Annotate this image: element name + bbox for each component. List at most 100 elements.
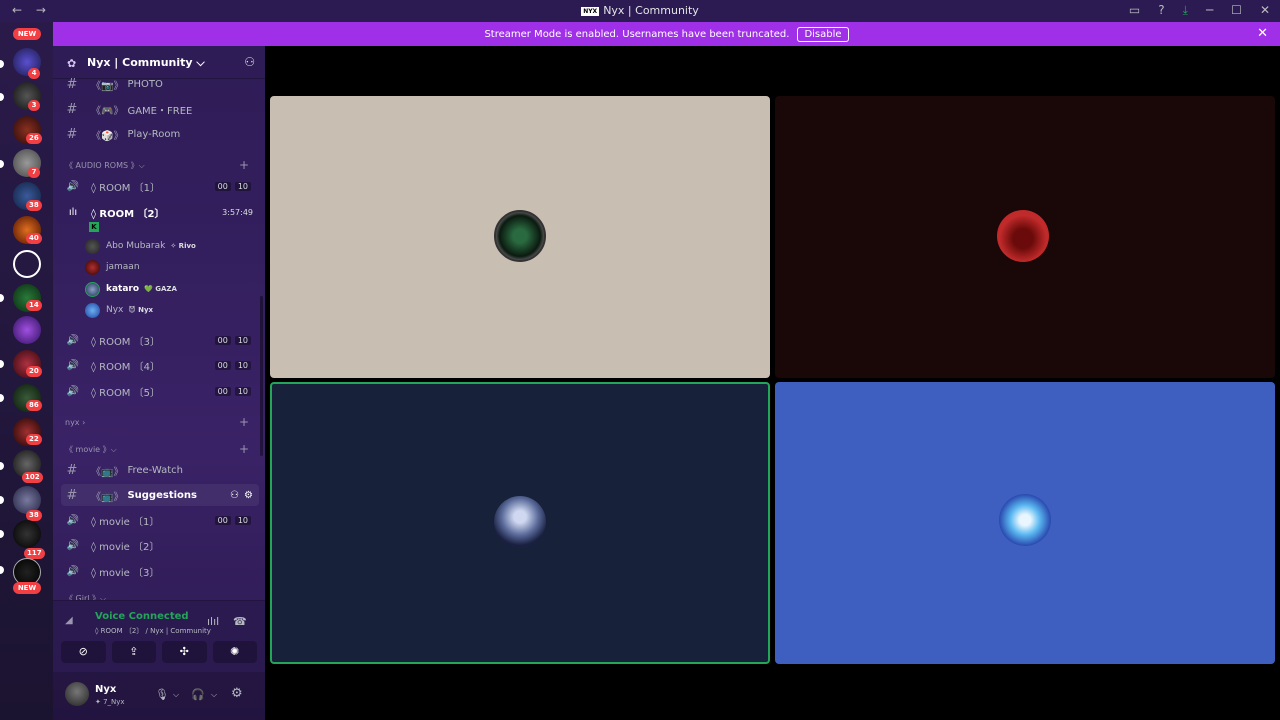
participant-tile[interactable]	[775, 96, 1275, 378]
channel-free-watch[interactable]: # 《📺》 Free-Watch	[61, 459, 259, 481]
unread-pip	[0, 160, 4, 168]
signal-icon[interactable]: ◢	[65, 615, 73, 626]
new-badge: NEW	[13, 582, 41, 594]
streamer-mode-banner: Streamer Mode is enabled. Usernames have…	[53, 22, 1280, 46]
banner-text: Streamer Mode is enabled. Usernames have…	[484, 28, 790, 40]
maximize-icon[interactable]: ☐	[1231, 3, 1242, 18]
voice-channel-link[interactable]: ◊ ROOM 〔2〕 / Nyx | Community	[95, 626, 211, 636]
close-icon[interactable]: ✕	[1260, 3, 1270, 18]
voice-member[interactable]: jamaan	[85, 258, 145, 276]
voice-channel-room-5[interactable]: 🔊 ◊ ROOM 〔5〕 00 10	[61, 380, 259, 402]
hash-icon: #	[66, 101, 78, 117]
mention-badge: 86	[26, 400, 42, 411]
chevron-down-icon: ⌵	[196, 56, 205, 69]
channel-photo[interactable]: # 《📷》 PHOTO	[61, 73, 259, 95]
avatar	[85, 259, 100, 275]
avatar	[85, 302, 100, 318]
server-icon[interactable]	[13, 250, 41, 278]
window-controls: ▭ ? ⤓ ─ ☐ ✕	[1129, 3, 1270, 18]
voice-channel-movie-3[interactable]: 🔊 ◊ movie 〔3〕	[61, 560, 259, 582]
disconnect-icon[interactable]: ☎	[233, 615, 247, 628]
guild-icon: ✿	[67, 57, 77, 70]
server-icon[interactable]	[13, 520, 41, 548]
voice-connection-panel: ◢ Voice Connected ◊ ROOM 〔2〕 / Nyx | Com…	[53, 600, 265, 672]
gear-icon[interactable]: ⚙	[244, 490, 253, 501]
mention-badge: 102	[22, 472, 43, 483]
user-avatar[interactable]	[65, 682, 89, 706]
category-audio-roms[interactable]: 《 AUDIO ROMS 》⌵ +	[65, 157, 255, 173]
speaker-icon: 🔊	[66, 385, 80, 397]
unread-pip	[0, 360, 4, 368]
category-movie[interactable]: 《 movie 》⌵ +	[65, 441, 255, 457]
user-limit: 00 10	[214, 181, 251, 191]
voice-member[interactable]: kataro 💚 GAZA	[85, 280, 177, 298]
add-channel-icon[interactable]: +	[239, 158, 249, 172]
unread-pip	[0, 462, 4, 470]
mention-badge: 40	[26, 233, 42, 244]
speaker-icon: 🔊	[66, 565, 80, 577]
hash-icon: #	[66, 487, 78, 503]
download-icon[interactable]: ⤓	[1183, 3, 1188, 18]
mention-badge: 26	[26, 133, 42, 144]
add-channel-icon[interactable]: +	[239, 442, 249, 456]
voice-channel-room-4[interactable]: 🔊 ◊ ROOM 〔4〕 00 10	[61, 354, 259, 376]
channel-play-room[interactable]: # 《🎲》 Play-Room	[61, 123, 259, 145]
new-badge: NEW	[13, 28, 41, 40]
category-nyx[interactable]: nyx › +	[65, 414, 255, 430]
voice-actions: ⊘ ⇪ ✣ ✺	[61, 641, 257, 663]
channel-game-free[interactable]: # 《🎮》 GAME・FREE	[61, 98, 259, 120]
voice-status[interactable]: Voice Connected	[95, 611, 189, 622]
noise-suppression-icon[interactable]: ılıl	[207, 615, 219, 628]
user-status: ✦ 7_Nyx	[95, 698, 125, 706]
microphone-icon[interactable]: 🎙	[155, 688, 169, 701]
chevron-down-icon[interactable]: ⌵	[173, 690, 179, 700]
camera-off-icon[interactable]: ⊘	[61, 641, 106, 663]
participant-tile[interactable]	[270, 96, 770, 378]
participant-tile[interactable]	[775, 382, 1275, 664]
user-limit: 00 10	[214, 360, 251, 370]
avatar	[85, 238, 100, 254]
voice-member[interactable]: Nyx 😈 Nyx	[85, 301, 153, 319]
voice-channel-room-1[interactable]: 🔊 ◊ ROOM 〔1〕 00 10	[61, 175, 259, 197]
help-icon[interactable]: ?	[1158, 3, 1164, 18]
speaker-icon: 🔊	[66, 180, 80, 192]
sidebar-scrollbar[interactable]	[260, 296, 263, 456]
voice-channel-movie-1[interactable]: 🔊 ◊ movie 〔1〕 00 10	[61, 509, 259, 531]
participant-tile-speaking[interactable]	[270, 382, 770, 664]
screen-share-icon[interactable]: ⇪	[111, 641, 156, 663]
call-timer: 3:57:49	[222, 207, 253, 217]
voice-channel-room-3[interactable]: 🔊 ◊ ROOM 〔3〕 00 10	[61, 329, 259, 351]
window-title-text: Nyx | Community	[603, 4, 699, 17]
headphones-icon[interactable]: 🎧	[191, 688, 205, 701]
banner-close-icon[interactable]: ✕	[1257, 26, 1268, 41]
avatar	[494, 496, 546, 548]
mention-badge: 38	[26, 200, 42, 211]
soundboard-icon[interactable]: ✺	[212, 641, 257, 663]
disable-button[interactable]: Disable	[797, 26, 849, 42]
chevron-down-icon[interactable]: ⌵	[211, 690, 217, 700]
mention-badge: 4	[28, 68, 40, 79]
window-title: NYX Nyx | Community	[0, 4, 1280, 17]
activities-icon[interactable]: ✣	[162, 641, 207, 663]
invite-people-icon[interactable]: ⚇	[244, 55, 255, 69]
add-channel-icon[interactable]: +	[239, 415, 249, 429]
speaker-icon: 🔊	[66, 539, 80, 551]
voice-channel-movie-2[interactable]: 🔊 ◊ movie 〔2〕	[61, 534, 259, 556]
server-icon[interactable]	[13, 316, 41, 344]
minimize-icon[interactable]: ─	[1206, 3, 1213, 18]
channel-suggestions[interactable]: # 《📺》 Suggestions ⚇ ⚙	[61, 484, 259, 506]
unread-pip	[0, 496, 4, 504]
inbox-icon[interactable]: ▭	[1129, 3, 1140, 18]
avatar	[85, 281, 100, 297]
user-limit: 00 10	[214, 515, 251, 525]
unread-pip	[0, 93, 4, 101]
gear-icon[interactable]: ⚙	[231, 686, 243, 701]
voice-member[interactable]: Abo Mubarak ✧ Rivo	[85, 237, 196, 255]
invite-icon[interactable]: ⚇	[230, 490, 239, 501]
voice-channel-room-2[interactable]: ılı ◊ ROOM 〔2〕 3:57:49	[61, 201, 259, 223]
user-name[interactable]: Nyx	[95, 684, 116, 695]
mention-badge: 3	[28, 100, 40, 111]
speaker-icon: 🔊	[66, 334, 80, 346]
voice-activity-icon: ılı	[68, 206, 78, 218]
speaker-icon: 🔊	[66, 514, 80, 526]
